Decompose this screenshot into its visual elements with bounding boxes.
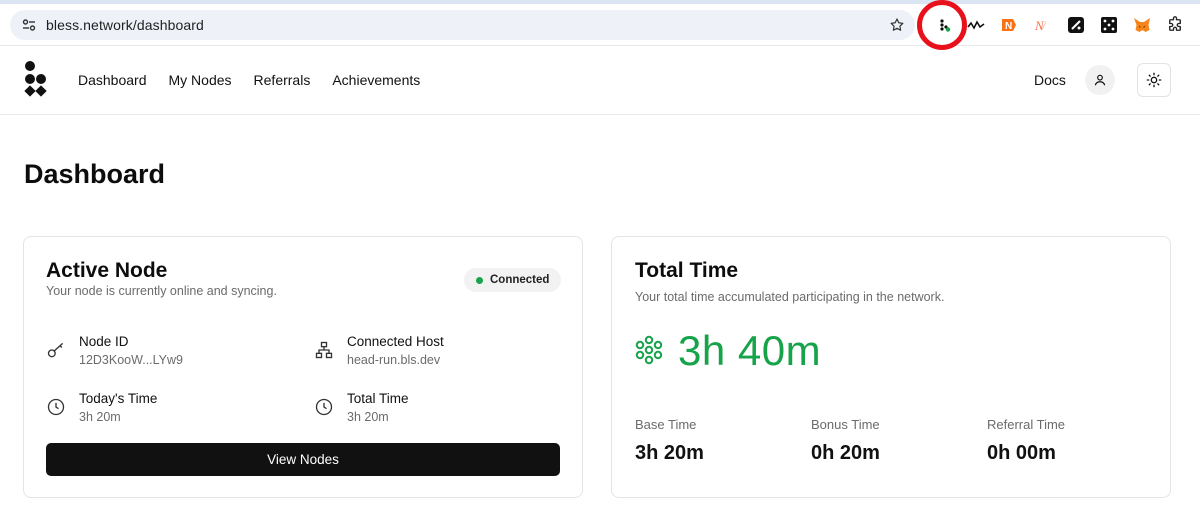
todays-time-value: 3h 20m bbox=[79, 410, 121, 424]
site-info-icon[interactable] bbox=[14, 17, 44, 33]
node-total-time-label: Total Time bbox=[347, 391, 409, 406]
user-icon[interactable] bbox=[1085, 65, 1115, 95]
node-id-value: 12D3KooW...LYw9 bbox=[79, 353, 183, 367]
node-total-time-info: Total Time 3h 20m bbox=[314, 391, 554, 427]
active-node-subtitle: Your node is currently online and syncin… bbox=[46, 284, 277, 298]
dice-extension-icon[interactable] bbox=[1098, 14, 1120, 36]
theme-toggle-sun-icon[interactable] bbox=[1137, 63, 1171, 97]
bonus-time-value: 0h 20m bbox=[811, 442, 880, 464]
main-nav: Dashboard My Nodes Referrals Achievement… bbox=[78, 72, 420, 88]
active-node-card: Active Node Your node is currently onlin… bbox=[23, 236, 583, 498]
orange-n-extension-icon[interactable]: N bbox=[998, 14, 1020, 36]
url-text[interactable]: bless.network/dashboard bbox=[46, 17, 204, 33]
nav-achievements[interactable]: Achievements bbox=[332, 72, 420, 88]
address-bar[interactable]: bless.network/dashboard bbox=[10, 10, 915, 40]
nodepay-extension-icon[interactable]: N / bbox=[1032, 14, 1054, 36]
red-highlight-circle bbox=[917, 0, 967, 50]
svg-text:N: N bbox=[1005, 21, 1012, 32]
nav-my-nodes[interactable]: My Nodes bbox=[169, 72, 232, 88]
node-id-info: Node ID 12D3KooW...LYw9 bbox=[46, 334, 286, 370]
total-time-subtitle: Your total time accumulated participatin… bbox=[635, 290, 945, 304]
todays-time-info: Today's Time 3h 20m bbox=[46, 391, 286, 427]
clock-icon bbox=[47, 398, 65, 416]
docs-link[interactable]: Docs bbox=[1034, 72, 1066, 88]
total-time-title: Total Time bbox=[635, 259, 739, 282]
total-time-value: 3h 40m bbox=[678, 327, 822, 374]
connected-host-label: Connected Host bbox=[347, 334, 444, 349]
referral-time-label: Referral Time bbox=[987, 417, 1066, 432]
connected-host-info: Connected Host head-run.bls.dev bbox=[314, 334, 554, 370]
referral-time-stat: Referral Time 0h 00m bbox=[987, 417, 1157, 465]
page-title: Dashboard bbox=[24, 159, 166, 189]
base-time-value: 3h 20m bbox=[635, 442, 704, 464]
svg-text:/: / bbox=[1041, 18, 1047, 32]
base-time-label: Base Time bbox=[635, 417, 697, 432]
total-time-card: Total Time Your total time accumulated p… bbox=[611, 236, 1171, 498]
slash-extension-icon[interactable] bbox=[1065, 14, 1087, 36]
nav-dashboard[interactable]: Dashboard bbox=[78, 72, 147, 88]
app-header: Dashboard My Nodes Referrals Achievement… bbox=[0, 47, 1200, 115]
bonus-time-stat: Bonus Time 0h 20m bbox=[811, 417, 981, 465]
bonus-time-label: Bonus Time bbox=[811, 417, 880, 432]
base-time-stat: Base Time 3h 20m bbox=[635, 417, 805, 465]
connected-host-value: head-run.bls.dev bbox=[347, 353, 441, 367]
referral-time-value: 0h 00m bbox=[987, 442, 1056, 464]
node-total-time-value: 3h 20m bbox=[347, 410, 389, 424]
active-node-title: Active Node bbox=[46, 259, 168, 282]
metamask-fox-icon[interactable] bbox=[1131, 14, 1153, 36]
status-badge: Connected bbox=[464, 268, 562, 292]
nav-referrals[interactable]: Referrals bbox=[254, 72, 311, 88]
key-icon bbox=[47, 342, 64, 358]
network-icon bbox=[315, 341, 333, 359]
browser-toolbar: bless.network/dashboard N N / bbox=[0, 4, 1200, 46]
todays-time-label: Today's Time bbox=[79, 391, 158, 406]
node-id-label: Node ID bbox=[79, 334, 129, 349]
bless-logo-icon[interactable] bbox=[24, 60, 50, 100]
wave-extension-icon[interactable] bbox=[965, 14, 987, 36]
view-nodes-button[interactable]: View Nodes bbox=[46, 443, 560, 476]
extensions-puzzle-icon[interactable] bbox=[1164, 14, 1186, 36]
node-cluster-icon bbox=[635, 335, 663, 365]
bookmark-star-icon[interactable] bbox=[887, 15, 907, 35]
clock-icon bbox=[315, 398, 333, 416]
